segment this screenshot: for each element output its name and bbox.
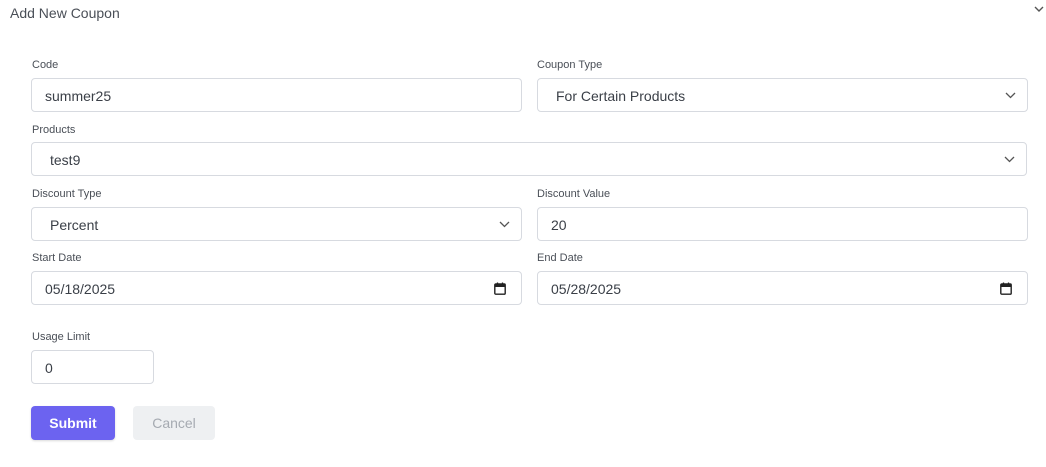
submit-button[interactable]: Submit [31, 406, 115, 440]
discount-value-value: 20 [551, 217, 567, 233]
chevron-down-icon [1004, 156, 1015, 163]
start-date-input[interactable]: 05/18/2025 [31, 271, 522, 305]
coupon-type-value: For Certain Products [556, 88, 686, 104]
chevron-down-icon [1005, 92, 1016, 99]
products-value: test9 [50, 152, 81, 168]
discount-value-input[interactable]: 20 [537, 207, 1028, 241]
form-title: Add New Coupon [10, 5, 120, 21]
start-date-label: Start Date [32, 252, 82, 264]
usage-limit-input[interactable]: 0 [31, 350, 154, 384]
code-label: Code [32, 59, 59, 71]
discount-type-label: Discount Type [32, 188, 102, 200]
calendar-icon[interactable] [494, 282, 506, 295]
coupon-type-label: Coupon Type [537, 59, 603, 71]
discount-type-value: Percent [50, 217, 99, 233]
usage-limit-value: 0 [45, 360, 53, 376]
code-input[interactable]: summer25 [31, 78, 522, 112]
form-header[interactable]: Add New Coupon [0, 0, 1046, 26]
chevron-down-icon [499, 221, 510, 228]
end-date-value: 05/28/2025 [551, 281, 622, 297]
coupon-type-select[interactable]: For Certain Products [537, 78, 1028, 112]
discount-value-label: Discount Value [537, 188, 611, 200]
code-value: summer25 [45, 88, 112, 104]
usage-limit-label: Usage Limit [32, 331, 91, 343]
chevron-down-icon[interactable] [1034, 5, 1044, 13]
calendar-icon[interactable] [1000, 282, 1012, 295]
cancel-button[interactable]: Cancel [133, 406, 215, 440]
products-label: Products [32, 124, 76, 136]
products-select[interactable]: test9 [31, 142, 1027, 176]
discount-type-select[interactable]: Percent [31, 207, 522, 241]
start-date-value: 05/18/2025 [45, 281, 116, 297]
end-date-input[interactable]: 05/28/2025 [537, 271, 1028, 305]
end-date-label: End Date [537, 252, 583, 264]
